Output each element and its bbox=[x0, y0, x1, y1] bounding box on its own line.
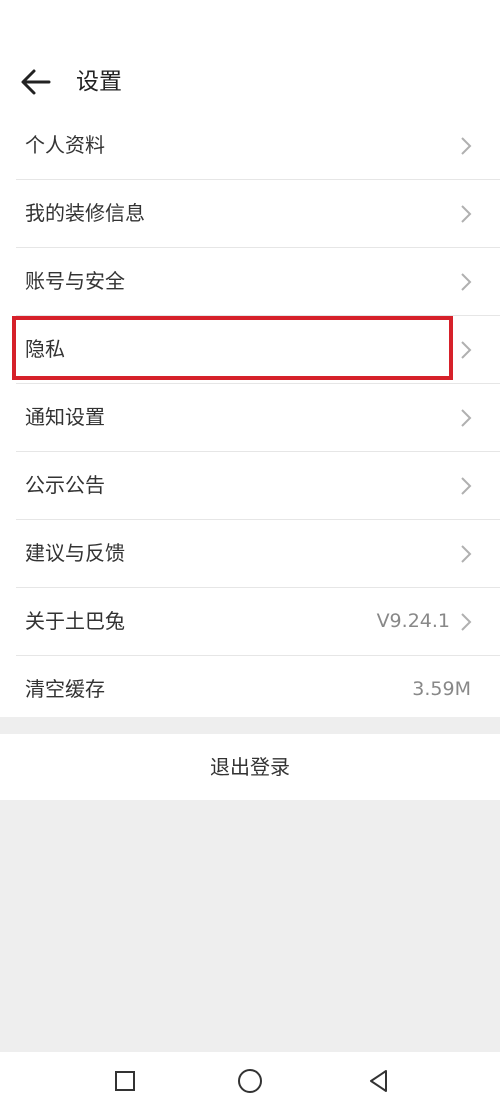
settings-item-label: 公示公告 bbox=[25, 473, 105, 497]
triangle-back-icon[interactable] bbox=[364, 1066, 394, 1096]
settings-item-feedback[interactable]: 建议与反馈 bbox=[16, 520, 500, 588]
settings-item-label: 清空缓存 bbox=[25, 677, 105, 701]
settings-item-label: 关于土巴兔 bbox=[25, 609, 125, 633]
settings-item-label: 个人资料 bbox=[25, 133, 105, 157]
page-title: 设置 bbox=[76, 69, 122, 95]
chevron-right-icon bbox=[461, 137, 472, 155]
settings-item-label: 账号与安全 bbox=[25, 269, 125, 293]
chevron-right-icon bbox=[461, 205, 472, 223]
chevron-right-icon bbox=[461, 273, 472, 291]
circle-icon[interactable] bbox=[235, 1066, 265, 1096]
settings-item-label: 建议与反馈 bbox=[25, 541, 125, 565]
settings-item-account-security[interactable]: 账号与安全 bbox=[16, 248, 500, 316]
top-bar: 设置 bbox=[0, 50, 500, 112]
back-arrow-icon[interactable] bbox=[18, 64, 54, 100]
settings-item-label: 通知设置 bbox=[25, 405, 105, 429]
square-icon[interactable] bbox=[110, 1066, 140, 1096]
chevron-right-icon bbox=[461, 341, 472, 359]
settings-list: 个人资料 我的装修信息 账号与安全 隐私 通知设置 公示公告 建议与反馈 关于土… bbox=[0, 112, 500, 723]
privacy-highlight-box bbox=[12, 316, 453, 380]
settings-item-renovation-info[interactable]: 我的装修信息 bbox=[16, 180, 500, 248]
settings-item-about[interactable]: 关于土巴兔 V9.24.1 bbox=[16, 588, 500, 656]
settings-item-profile[interactable]: 个人资料 bbox=[16, 112, 500, 180]
settings-item-clear-cache[interactable]: 清空缓存 3.59M bbox=[16, 656, 500, 723]
version-value: V9.24.1 bbox=[376, 610, 450, 632]
logout-button[interactable]: 退出登录 bbox=[0, 734, 500, 800]
chevron-right-icon bbox=[461, 545, 472, 563]
cache-size-value: 3.59M bbox=[412, 678, 471, 700]
chevron-right-icon bbox=[461, 613, 472, 631]
section-divider bbox=[0, 717, 500, 734]
settings-item-notifications[interactable]: 通知设置 bbox=[16, 384, 500, 452]
settings-item-announcements[interactable]: 公示公告 bbox=[16, 452, 500, 520]
empty-background bbox=[0, 800, 500, 1052]
system-nav-bar bbox=[0, 1052, 500, 1111]
settings-item-label: 我的装修信息 bbox=[25, 201, 145, 225]
chevron-right-icon bbox=[461, 477, 472, 495]
chevron-right-icon bbox=[461, 409, 472, 427]
